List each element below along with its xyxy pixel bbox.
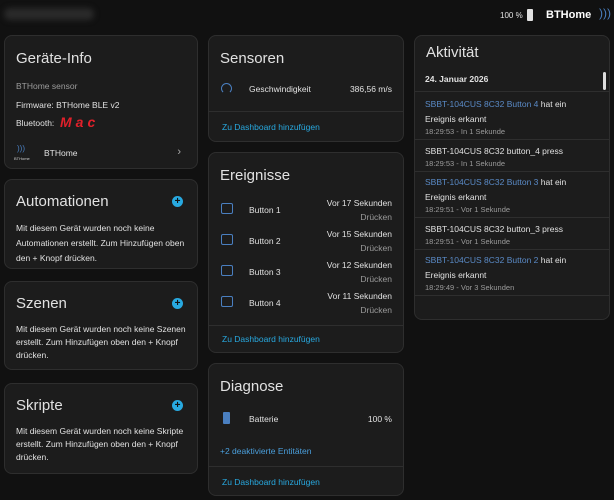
divider	[209, 466, 403, 467]
add-to-dashboard-link[interactable]: Zu Dashboard hinzufügen	[222, 122, 320, 132]
event-row[interactable]: Button 3 Vor 12 Sekunden Drücken	[209, 259, 403, 287]
event-time: Vor 15 Sekunden	[327, 229, 392, 239]
divider	[209, 325, 403, 326]
chevron-right-icon: ›	[177, 146, 181, 158]
battery-value: 100 %	[368, 414, 392, 424]
activity-card: Aktivität 24. Januar 2026 SBBT-104CUS 8C…	[414, 35, 610, 320]
activity-entry[interactable]: SBBT-104CUS 8C32 button_4 press 18:29:53…	[425, 143, 599, 168]
activity-entry[interactable]: SBBT-104CUS 8C32 Button 3 hat ein Ereign…	[425, 175, 599, 214]
add-script-button[interactable]: +	[172, 400, 183, 411]
entity-link[interactable]: SBBT-104CUS 8C32 Button 2	[425, 255, 538, 265]
event-state: Drücken	[360, 243, 392, 253]
empty-text: Mit diesem Gerät wurden noch keine Autom…	[16, 221, 187, 266]
activity-date: 24. Januar 2026	[425, 74, 488, 84]
add-to-dashboard-link[interactable]: Zu Dashboard hinzufügen	[222, 334, 320, 344]
event-state: Drücken	[360, 274, 392, 284]
speedometer-icon	[221, 83, 232, 94]
battery-icon	[223, 412, 230, 424]
events-card: Ereignisse Button 1 Vor 17 Sekunden Drüc…	[208, 152, 404, 353]
integration-row[interactable]: ))) BTHome BTHome ›	[5, 142, 197, 166]
card-title: Szenen	[16, 295, 67, 312]
event-name: Button 3	[249, 267, 281, 277]
sensor-value: 386,56 m/s	[350, 84, 392, 94]
bluetooth-redacted: Mac	[60, 114, 99, 130]
brand-logo: BTHome	[546, 9, 591, 21]
empty-text: Mit diesem Gerät wurden noch keine Szene…	[16, 323, 187, 362]
activity-entry[interactable]: SBBT-104CUS 8C32 button_3 press 18:29:51…	[425, 221, 599, 246]
divider	[415, 171, 609, 172]
battery-level: 100 %	[500, 11, 523, 20]
entry-text: SBBT-104CUS 8C32 button_3 press	[425, 224, 563, 234]
entry-time: 18:29:51 - Vor 1 Sekunde	[425, 237, 599, 246]
event-row[interactable]: Button 4 Vor 11 Sekunden Drücken	[209, 290, 403, 318]
event-state: Drücken	[360, 305, 392, 315]
divider	[415, 249, 609, 250]
bthome-logo-text: BTHome	[14, 156, 30, 161]
event-row[interactable]: Button 2 Vor 15 Sekunden Drücken	[209, 228, 403, 256]
firmware: Firmware: BTHome BLE v2	[16, 100, 119, 110]
event-time: Vor 12 Sekunden	[327, 260, 392, 270]
event-name: Button 1	[249, 205, 281, 215]
battery-row[interactable]: Batterie 100 %	[209, 410, 403, 428]
divider	[209, 111, 403, 112]
battery-icon	[527, 9, 533, 21]
entry-time: 18:29:49 - Vor 3 Sekunden	[425, 283, 599, 292]
automations-card: Automationen + Mit diesem Gerät wurden n…	[4, 179, 198, 269]
gesture-tap-button-icon	[221, 203, 233, 214]
integration-name: BTHome	[44, 148, 78, 158]
card-title: Diagnose	[220, 378, 283, 395]
gesture-tap-button-icon	[221, 296, 233, 307]
event-row[interactable]: Button 1 Vor 17 Sekunden Drücken	[209, 197, 403, 225]
entry-time: 18:29:51 - Vor 1 Sekunde	[425, 205, 599, 214]
card-title: Aktivität	[426, 44, 479, 61]
device-info-card: Geräte-Info BTHome sensor Firmware: BTHo…	[4, 35, 198, 169]
event-name: Button 2	[249, 236, 281, 246]
entity-link[interactable]: SBBT-104CUS 8C32 Button 4	[425, 99, 538, 109]
scenes-card: Szenen + Mit diesem Gerät wurden noch ke…	[4, 281, 198, 370]
sensor-row[interactable]: Geschwindigkeit 386,56 m/s	[209, 80, 403, 100]
divider	[415, 91, 609, 92]
event-time: Vor 17 Sekunden	[327, 198, 392, 208]
activity-entry[interactable]: SBBT-104CUS 8C32 Button 2 hat ein Ereign…	[425, 253, 599, 292]
card-title: Geräte-Info	[16, 50, 92, 67]
add-automation-button[interactable]: +	[172, 196, 183, 207]
card-title: Skripte	[16, 397, 63, 414]
divider	[415, 139, 609, 140]
divider	[415, 217, 609, 218]
blurred-title	[4, 8, 94, 20]
entity-link[interactable]: SBBT-104CUS 8C32 Button 3	[425, 177, 538, 187]
card-title: Sensoren	[220, 50, 284, 67]
entry-time: 18:29:53 - In 1 Sekunde	[425, 159, 599, 168]
diagnose-card: Diagnose Batterie 100 % +2 deaktivierte …	[208, 363, 404, 496]
disabled-entities-link[interactable]: +2 deaktivierte Entitäten	[220, 446, 311, 456]
gesture-tap-button-icon	[221, 265, 233, 276]
card-title: Automationen	[16, 193, 109, 210]
entry-text: SBBT-104CUS 8C32 button_4 press	[425, 146, 563, 156]
event-time: Vor 11 Sekunden	[327, 291, 392, 301]
battery-name: Batterie	[249, 414, 278, 424]
bluetooth-waves-icon: )))	[599, 6, 611, 20]
entry-time: 18:29:53 - In 1 Sekunde	[425, 127, 599, 136]
bthome-logo-icon: )))	[17, 144, 25, 153]
add-to-dashboard-link[interactable]: Zu Dashboard hinzufügen	[222, 477, 320, 487]
event-name: Button 4	[249, 298, 281, 308]
divider	[415, 295, 609, 296]
event-state: Drücken	[360, 212, 392, 222]
gesture-tap-button-icon	[221, 234, 233, 245]
model: BTHome sensor	[16, 81, 77, 91]
empty-text: Mit diesem Gerät wurden noch keine Skrip…	[16, 425, 187, 464]
sensor-name: Geschwindigkeit	[249, 84, 311, 94]
add-scene-button[interactable]: +	[172, 298, 183, 309]
scrollbar[interactable]	[603, 72, 606, 90]
sensors-card: Sensoren Geschwindigkeit 386,56 m/s Zu D…	[208, 35, 404, 142]
bluetooth-label: Bluetooth:	[16, 118, 54, 128]
activity-entry[interactable]: SBBT-104CUS 8C32 Button 4 hat ein Ereign…	[425, 97, 599, 136]
card-title: Ereignisse	[220, 167, 290, 184]
scripts-card: Skripte + Mit diesem Gerät wurden noch k…	[4, 383, 198, 474]
